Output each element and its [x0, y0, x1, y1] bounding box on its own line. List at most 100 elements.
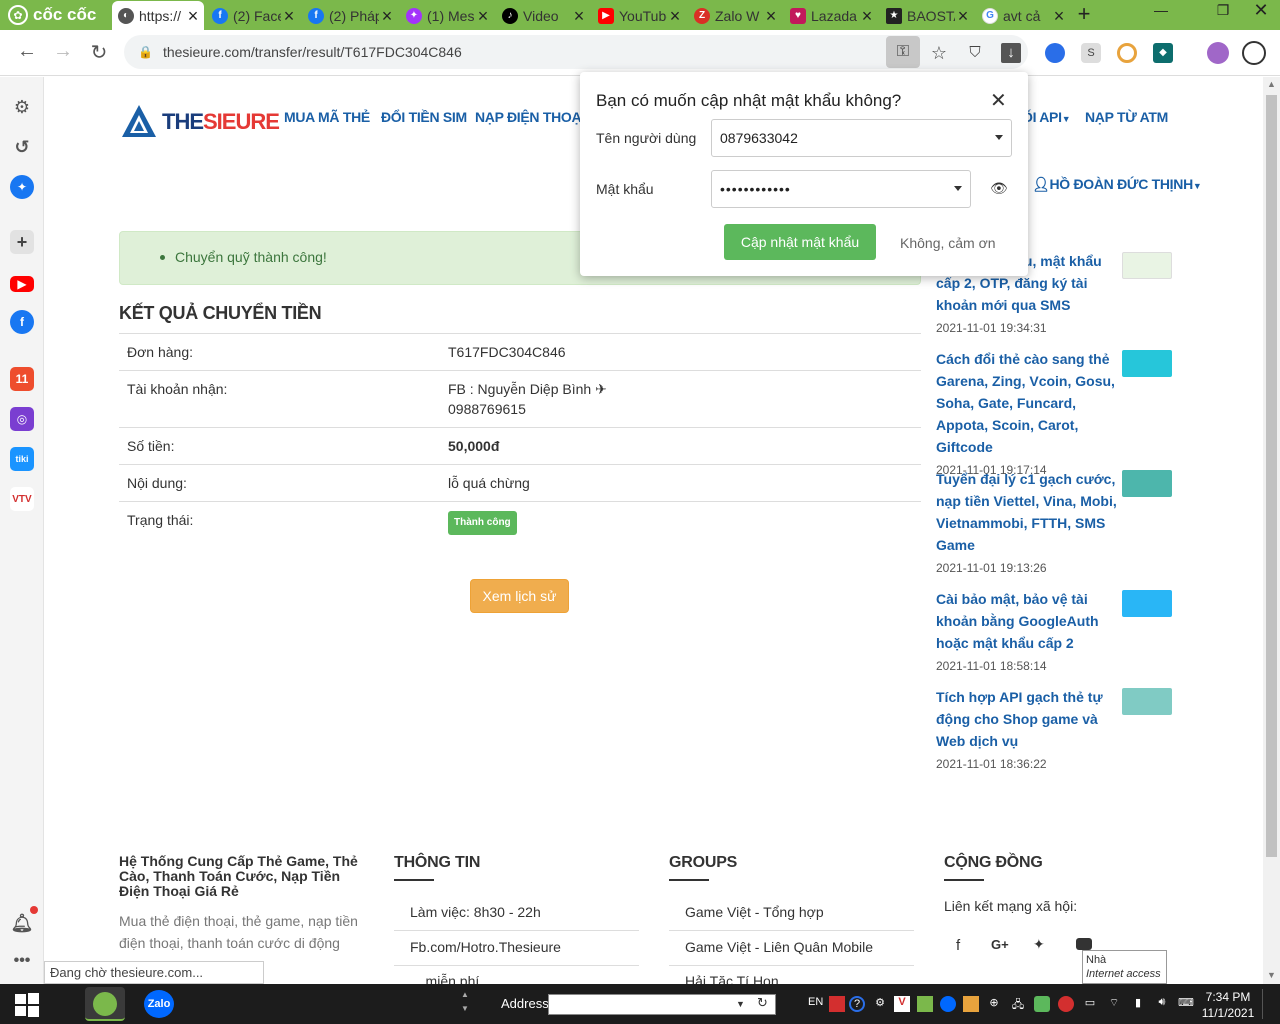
google-plus-icon[interactable]: G+ [991, 937, 1009, 952]
tray-app-icon[interactable] [1058, 996, 1074, 1012]
new-tab-button[interactable]: + [1072, 3, 1096, 26]
scrollbar-thumb[interactable] [1266, 95, 1277, 857]
toolbar-scroll-icon[interactable]: ▲ ▼ [461, 988, 469, 1016]
nav-nap-tu-atm[interactable]: NẠP TỪ ATM [1085, 109, 1168, 125]
tab-zalo[interactable]: Z Zalo W × [688, 1, 782, 30]
facebook-icon[interactable]: f [10, 310, 34, 334]
tab-google[interactable]: G avt cả × [976, 1, 1070, 30]
username-select[interactable]: 0879633042 [711, 119, 1012, 157]
extension-ring-icon[interactable] [1117, 43, 1137, 63]
extension-globe-icon[interactable] [1045, 43, 1065, 63]
go-refresh-icon[interactable]: ↻ [757, 995, 768, 1011]
game-icon[interactable]: ◎ [10, 407, 34, 431]
notification-bell-icon[interactable]: 🔔︎ [10, 911, 34, 935]
close-icon[interactable]: × [281, 7, 297, 25]
tray-pdf-icon[interactable] [829, 996, 845, 1012]
reload-button[interactable]: ↻ [86, 40, 112, 65]
news-title[interactable]: Tích hợp API gạch thẻ tự động cho Shop g… [936, 686, 1122, 752]
tray-keyboard-icon[interactable]: ⌨ [1178, 996, 1194, 1012]
close-window-button[interactable]: ✕ [1246, 0, 1276, 21]
footer-info-item[interactable]: Fb.com/Hotro.Thesieure [410, 939, 561, 955]
news-title[interactable]: Tuyển đại lý c1 gạch cước, nạp tiền Viet… [936, 468, 1122, 556]
tab-facebook-2[interactable]: f (2) Pháp × [302, 1, 398, 30]
scrollbar[interactable]: ▲ ▼ [1263, 77, 1280, 984]
close-icon[interactable]: × [379, 7, 395, 25]
tab-messenger[interactable]: ✦ (1) Mess × [400, 1, 494, 30]
tray-network-icon[interactable]: 🖧︎ [1010, 996, 1026, 1012]
maximize-button[interactable]: ❐ [1208, 2, 1238, 19]
browser-menu-button[interactable]: ✿ cốc cốc [0, 0, 110, 30]
taskbar-zalo[interactable]: Zalo [140, 987, 180, 1021]
history-icon[interactable]: ↺ [10, 135, 34, 159]
bookmark-star-icon[interactable]: ☆ [929, 43, 949, 63]
update-password-button[interactable]: Cập nhật mật khẩu [724, 224, 876, 260]
eye-icon[interactable]: 👁︎ [990, 180, 1008, 197]
tab-tiktok[interactable]: ♪ Video × [496, 1, 590, 30]
messenger-icon[interactable]: ✦ [10, 175, 34, 199]
profile-avatar[interactable] [1207, 42, 1229, 64]
footer-group-link[interactable]: Hải Tặc Tí Hon [685, 973, 779, 984]
scroll-down-icon[interactable]: ▼ [1267, 970, 1276, 980]
tray-network-icon[interactable]: ⊕ [986, 996, 1002, 1012]
footer-group-link[interactable]: Game Việt - Tổng hợp [685, 904, 824, 920]
scroll-up-icon[interactable]: ▲ [1267, 79, 1276, 89]
taskbar-coccoc[interactable] [85, 987, 125, 1021]
footer-group-link[interactable]: Game Việt - Liên Quân Mobile [685, 939, 873, 955]
close-icon[interactable]: × [763, 7, 779, 25]
tray-folder-icon[interactable] [963, 996, 979, 1012]
close-icon[interactable]: × [185, 7, 201, 25]
close-icon[interactable]: × [955, 7, 971, 25]
youtube-icon[interactable]: ▶ [10, 276, 34, 292]
show-desktop-button[interactable] [1262, 989, 1276, 1019]
password-key-button[interactable]: ⚿ [886, 36, 920, 68]
tab-lazada[interactable]: ♥ Lazada × [784, 1, 878, 30]
extension-s-icon[interactable]: S [1081, 43, 1101, 63]
tray-wifi-icon[interactable]: ⌔ [1106, 996, 1122, 1012]
news-item[interactable]: Tích hợp API gạch thẻ tự động cho Shop g… [936, 686, 1176, 771]
chevron-down-icon[interactable]: ▼ [736, 999, 745, 1009]
user-menu[interactable]: 👤︎HỒ ĐOÀN ĐỨC THỊNH▼ [1032, 176, 1202, 193]
news-title[interactable]: Cài bảo mật, bảo vệ tài khoản bằng Googl… [936, 588, 1122, 654]
password-select[interactable]: •••••••••••• [711, 170, 971, 208]
tab-thesieure[interactable]: ◐ https:// × [112, 1, 204, 30]
vtv-icon[interactable]: VTV [10, 487, 34, 511]
no-thanks-button[interactable]: Không, cảm ơn [900, 235, 996, 251]
tray-shield-icon[interactable] [1034, 996, 1050, 1012]
language-indicator[interactable]: EN [808, 996, 823, 1008]
nav-nap-dien-thoai[interactable]: NẠP ĐIỆN THOẠI [475, 109, 585, 125]
tray-coccoc-icon[interactable] [917, 996, 933, 1012]
back-button[interactable]: ← [14, 40, 40, 63]
system-clock[interactable]: 7:34 PM 11/1/2021 [1198, 989, 1258, 1021]
view-history-button[interactable]: Xem lịch sử [470, 579, 569, 613]
close-icon[interactable]: × [571, 7, 587, 25]
tray-monitor-icon[interactable]: ▭ [1082, 996, 1098, 1012]
news-item[interactable]: Tuyển đại lý c1 gạch cước, nạp tiền Viet… [936, 468, 1176, 575]
close-icon[interactable]: × [1051, 7, 1067, 25]
nav-api[interactable]: ỐI API▼ [1022, 109, 1071, 125]
tray-v-icon[interactable]: V [894, 996, 910, 1012]
youtube-icon[interactable] [1076, 938, 1092, 950]
tiki-icon[interactable]: tiki [10, 447, 34, 471]
settings-gear-icon[interactable]: ⚙ [10, 95, 34, 119]
close-icon[interactable]: × [667, 7, 683, 25]
more-dots-icon[interactable]: ••• [10, 949, 34, 973]
close-icon[interactable]: ✕ [990, 88, 1007, 113]
add-panel-icon[interactable]: + [10, 230, 34, 254]
tab-youtube[interactable]: ▶ YouTube × [592, 1, 686, 30]
tray-battery-icon[interactable]: ▮ [1130, 996, 1146, 1012]
tray-settings-icon[interactable]: ⚙ [872, 996, 888, 1012]
nav-mua-ma-the[interactable]: MUA MÃ THẺ [284, 109, 370, 125]
tab-facebook-1[interactable]: f (2) Faceb × [206, 1, 300, 30]
news-item[interactable]: Cách đổi thẻ cào sang thẻ Garena, Zing, … [936, 348, 1176, 477]
tray-zalo-icon[interactable] [940, 996, 956, 1012]
twitter-icon[interactable]: ✦ [1033, 936, 1045, 953]
tab-baostar[interactable]: ★ BAOSTAR × [880, 1, 974, 30]
shopee-icon[interactable]: 11 [10, 367, 34, 391]
tray-help-icon[interactable]: ? [849, 996, 865, 1012]
tray-volume-icon[interactable]: 🔊︎ [1154, 996, 1170, 1012]
news-title[interactable]: Cách đổi thẻ cào sang thẻ Garena, Zing, … [936, 348, 1122, 458]
extension-code-icon[interactable]: ◆ [1153, 43, 1173, 63]
site-logo[interactable]: THESIEURE [120, 103, 280, 141]
forward-button[interactable]: → [50, 40, 76, 63]
close-icon[interactable]: × [475, 7, 491, 25]
